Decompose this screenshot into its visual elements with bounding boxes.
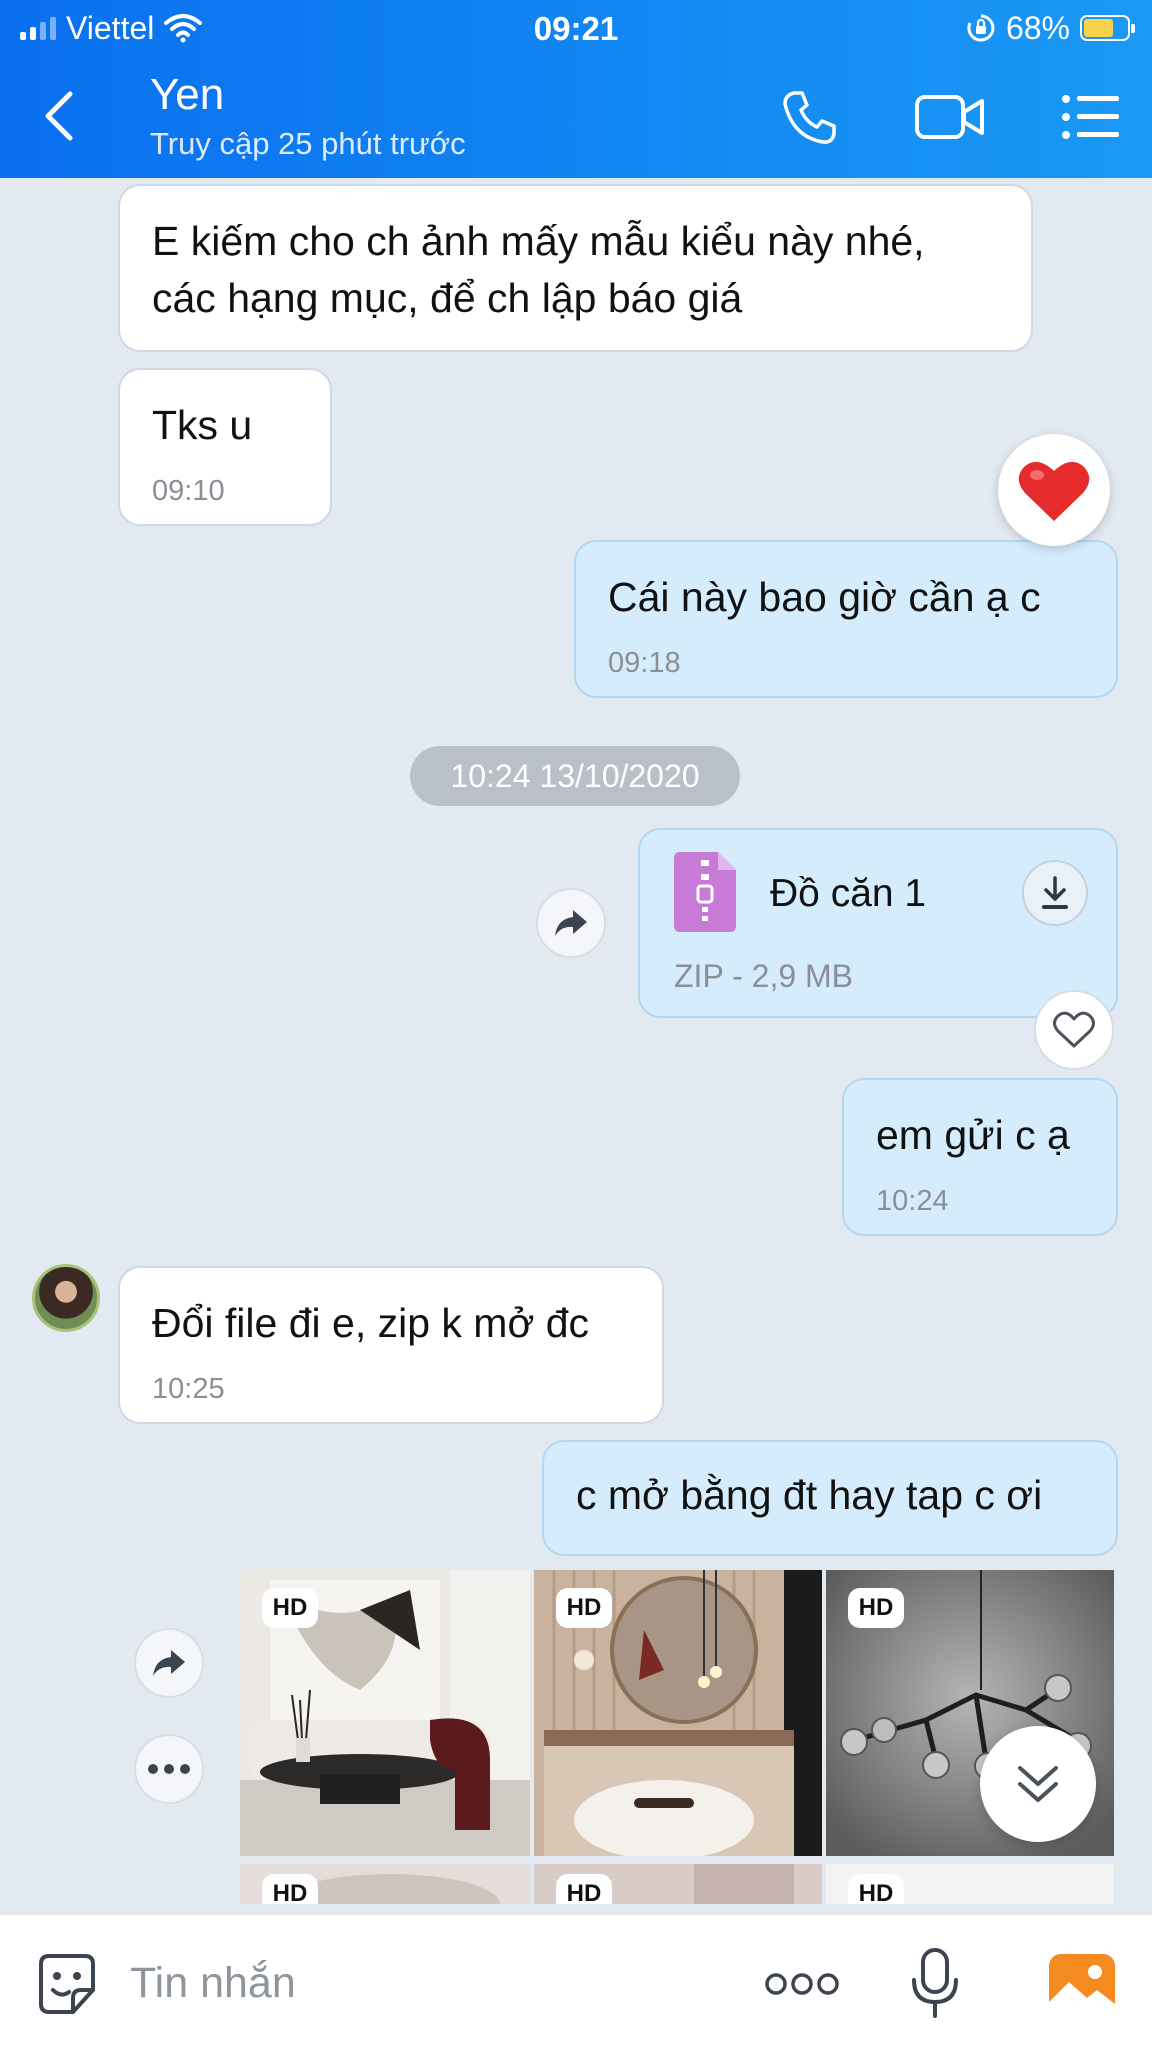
hd-badge: HD xyxy=(848,1588,904,1628)
voice-record-button[interactable] xyxy=(896,1945,974,2023)
double-chevron-down-icon xyxy=(1018,1766,1058,1802)
photo-thumbnail[interactable]: HD xyxy=(534,1570,822,1856)
microphone-icon xyxy=(912,1948,958,2018)
message-text: Cái này bao giờ cần ạ c xyxy=(608,574,1041,620)
more-dots-icon xyxy=(765,1973,839,1995)
message-text: em gửi c ạ xyxy=(876,1112,1070,1158)
more-options-button[interactable] xyxy=(134,1734,204,1804)
date-separator: 10:24 13/10/2020 xyxy=(410,746,740,806)
photo-thumbnail[interactable]: HD xyxy=(534,1864,822,1904)
message-text: các hạng mục, để ch lập báo giá xyxy=(152,275,743,322)
image-gallery-icon xyxy=(1049,1954,1115,2014)
hd-badge: HD xyxy=(262,1588,318,1628)
status-bar: Viettel 09:21 68% xyxy=(0,0,1152,58)
hd-badge: HD xyxy=(556,1588,612,1628)
message-incoming[interactable]: Đổi file đi e, zip k mở đc 10:25 xyxy=(118,1266,664,1424)
message-outgoing[interactable]: em gửi c ạ 10:24 xyxy=(842,1078,1118,1236)
hd-badge: HD xyxy=(262,1874,318,1904)
download-button[interactable] xyxy=(1022,860,1088,926)
message-text: Đổi file đi e, zip k mở đc xyxy=(152,1300,590,1346)
forward-icon xyxy=(153,1650,185,1676)
photo-thumbnail[interactable]: HD xyxy=(826,1864,1114,1904)
chat-screen: Viettel 09:21 68% Yen Truy cập 25 phút t… xyxy=(0,0,1152,2048)
video-call-icon xyxy=(915,95,984,139)
heart-reaction[interactable] xyxy=(998,434,1110,546)
nav-bar: Yen Truy cập 25 phút trước xyxy=(0,60,1152,178)
file-meta: ZIP - 2,9 MB xyxy=(674,958,854,994)
message-text: Tks u xyxy=(152,402,253,448)
phone-icon xyxy=(783,91,836,144)
heart-outline-icon xyxy=(1053,1011,1095,1048)
sticker-icon xyxy=(39,1954,95,2014)
more-dots-icon xyxy=(148,1764,190,1774)
download-icon xyxy=(1042,876,1068,909)
message-input[interactable]: Tin nhắn xyxy=(130,1959,296,2008)
message-time: 10:25 xyxy=(152,1373,225,1406)
last-seen: Truy cập 25 phút trước xyxy=(150,126,466,161)
rotation-lock-icon xyxy=(967,14,995,42)
photo-grid: HD HD HD HD HD HD xyxy=(238,1568,1118,1904)
message-incoming[interactable]: Tks u 09:10 xyxy=(118,368,332,526)
more-button[interactable] xyxy=(762,1945,842,2023)
photo-thumbnail[interactable]: HD xyxy=(240,1570,530,1856)
avatar[interactable] xyxy=(32,1264,100,1332)
file-message[interactable]: Đồ căn 1 ZIP - 2,9 MB xyxy=(638,828,1118,1018)
chat-header: Viettel 09:21 68% Yen Truy cập 25 phút t… xyxy=(0,0,1152,178)
contact-name: Yen xyxy=(150,70,225,119)
react-button[interactable] xyxy=(1034,990,1114,1070)
zip-file-icon xyxy=(674,852,736,932)
message-time: 09:10 xyxy=(152,475,225,508)
message-time: 10:24 xyxy=(876,1185,949,1218)
photo-thumbnail[interactable]: HD xyxy=(240,1864,530,1904)
menu-list-icon xyxy=(1062,95,1119,139)
message-outgoing[interactable]: c mở bằng đt hay tap c ơi xyxy=(542,1440,1118,1556)
message-text: E kiếm cho ch ảnh mấy mẫu kiểu này nhé, xyxy=(152,218,925,264)
message-time: 09:18 xyxy=(608,647,681,680)
forward-button[interactable] xyxy=(134,1628,204,1698)
scroll-to-bottom-button[interactable] xyxy=(980,1726,1096,1842)
sticker-button[interactable] xyxy=(28,1945,106,2023)
chat-title-area[interactable]: Yen Truy cập 25 phút trước xyxy=(150,70,466,162)
forward-icon xyxy=(555,910,587,936)
message-text: c mở bằng đt hay tap c ơi xyxy=(576,1472,1043,1518)
file-name: Đồ căn 1 xyxy=(770,872,927,915)
gallery-button[interactable] xyxy=(1040,1945,1124,2023)
back-button[interactable] xyxy=(30,84,88,148)
voice-call-button[interactable] xyxy=(775,82,845,152)
message-outgoing[interactable]: Cái này bao giờ cần ạ c 09:18 xyxy=(574,540,1118,698)
chat-menu-button[interactable] xyxy=(1056,82,1126,152)
hd-badge: HD xyxy=(556,1874,612,1904)
back-icon xyxy=(45,91,73,141)
video-call-button[interactable] xyxy=(912,82,988,152)
heart-icon xyxy=(1018,461,1090,521)
message-incoming[interactable]: E kiếm cho ch ảnh mấy mẫu kiểu này nhé, … xyxy=(118,184,1033,352)
battery-percent: 68% xyxy=(1005,9,1070,46)
hd-badge: HD xyxy=(848,1874,904,1904)
status-right: 68% xyxy=(966,9,1135,46)
battery-icon xyxy=(1080,15,1135,41)
forward-button[interactable] xyxy=(536,888,606,958)
message-input-bar: Tin nhắn xyxy=(0,1914,1152,2048)
